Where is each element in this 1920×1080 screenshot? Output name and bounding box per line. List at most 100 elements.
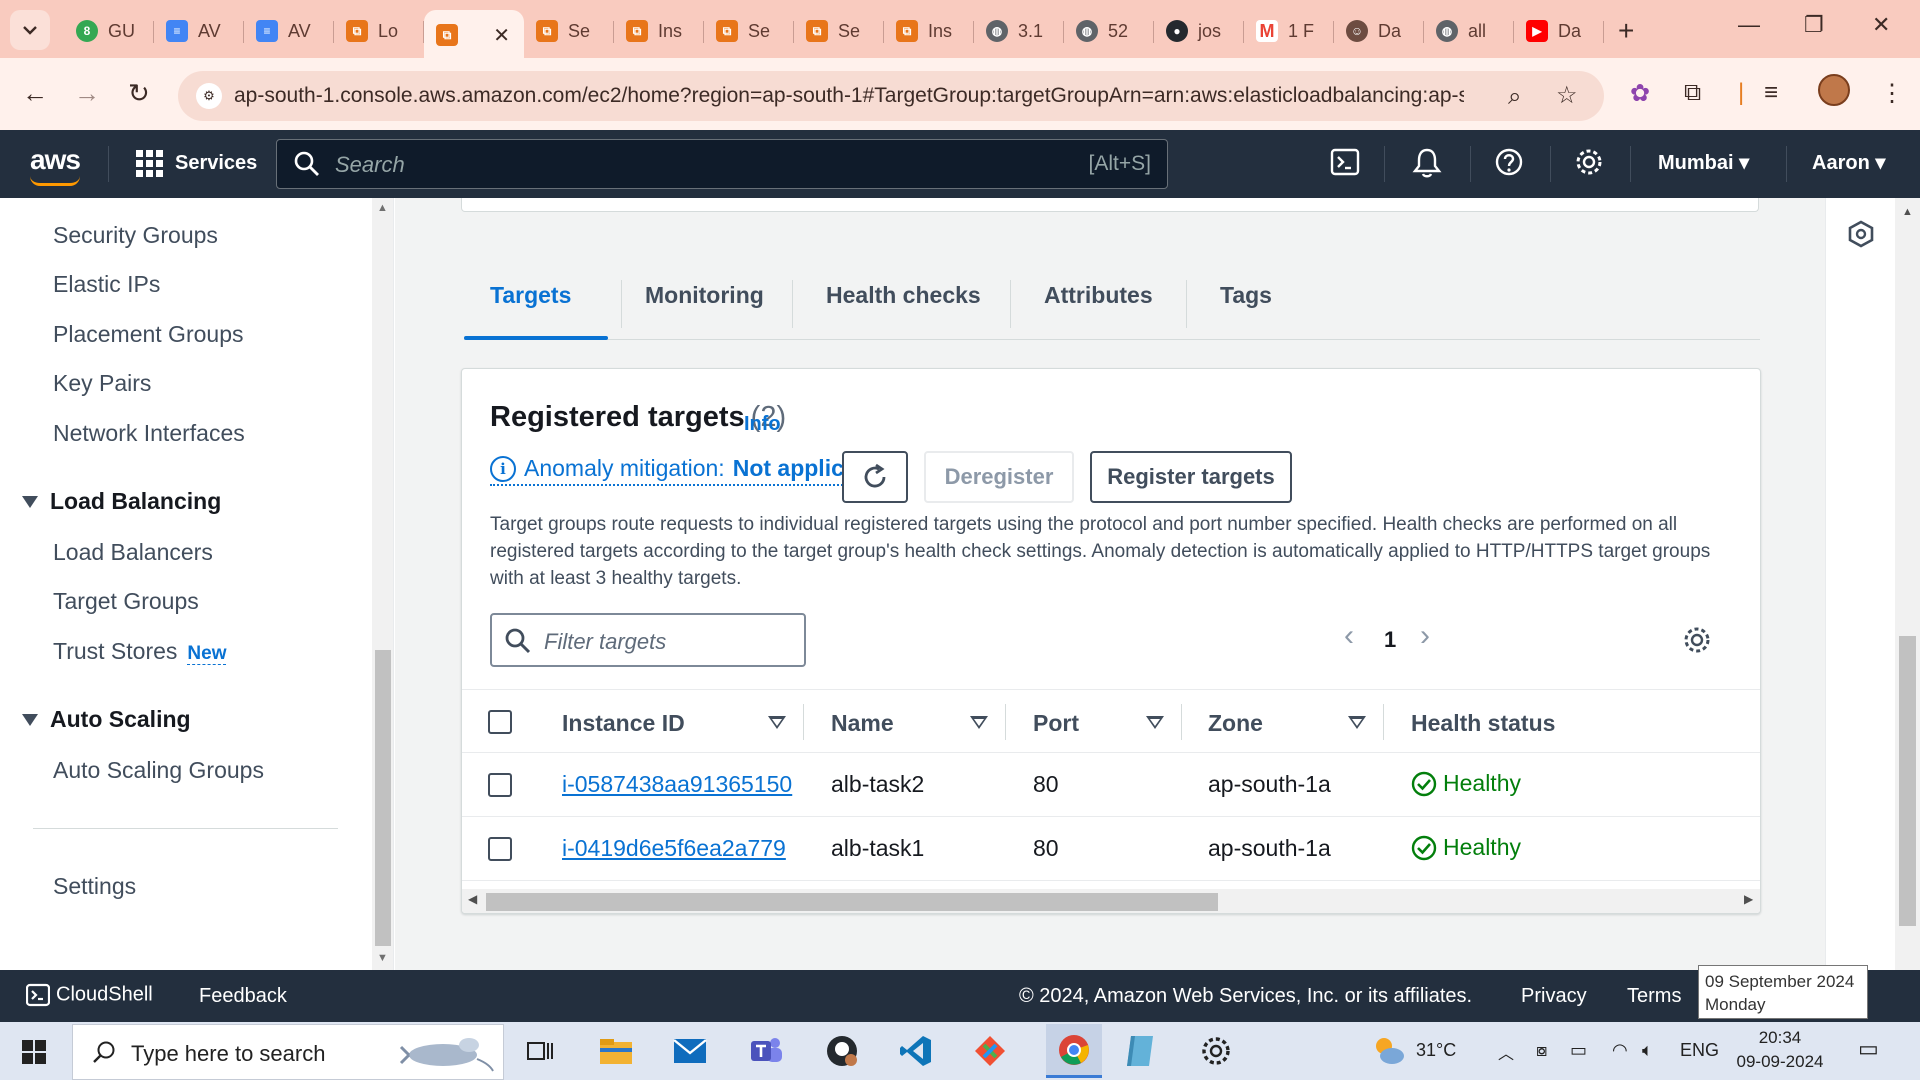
sort-icon[interactable] [1146,716,1164,729]
column-name[interactable]: Name [831,710,894,737]
sidenav-load-balancers[interactable]: Load Balancers [53,539,213,566]
tab-attributes[interactable]: Attributes [1044,282,1153,309]
new-tab-icon[interactable]: + [1618,15,1634,47]
instance-id-link[interactable]: i-0419d6e5f6ea2a779 [562,835,786,862]
media-control-icon[interactable]: ≡ [1764,79,1778,107]
browser-tab[interactable]: ⧉ Lo [334,10,424,52]
meet-now-icon[interactable]: ⧇ [1536,1040,1547,1061]
extensions-puzzle-icon[interactable]: ⧉ [1684,79,1701,107]
refresh-button[interactable] [842,451,908,503]
bookmark-star-icon[interactable]: ☆ [1556,81,1578,110]
column-port[interactable]: Port [1033,710,1079,737]
browser-tab[interactable]: ⧉ Se [524,10,614,52]
taskbar-search-input[interactable]: Type here to search [72,1024,504,1080]
sort-icon[interactable] [1348,716,1366,729]
github-desktop-icon[interactable] [822,1032,862,1070]
scrollbar-thumb[interactable] [486,893,1218,911]
browser-tab[interactable]: ◍ 52 [1064,10,1154,52]
instance-id-link[interactable]: i-0587438aa91365150 [562,771,792,798]
notes-app-icon[interactable] [1120,1032,1160,1070]
sidenav-scrollbar[interactable]: ▲ ▼ [372,198,394,970]
sidenav-auto-scaling-groups[interactable]: Auto Scaling Groups [53,757,264,784]
browser-tab[interactable]: ⧉ Se [794,10,884,52]
sidenav-settings[interactable]: Settings [53,873,136,900]
tab-tags[interactable]: Tags [1220,282,1272,309]
scroll-right-icon[interactable]: ▶ [1744,892,1753,906]
wifi-icon[interactable]: ◠ [1612,1040,1628,1061]
privacy-link[interactable]: Privacy [1521,985,1587,1008]
row-checkbox[interactable] [488,837,512,861]
settings-gear-taskbar-icon[interactable] [1196,1032,1236,1070]
browser-tab[interactable]: 8 GU [64,10,154,52]
column-health-status[interactable]: Health status [1411,710,1555,737]
tab-health-checks[interactable]: Health checks [826,282,981,309]
page-number[interactable]: 1 [1384,627,1396,653]
row-checkbox[interactable] [488,773,512,797]
profile-avatar[interactable] [1818,74,1850,106]
browser-menu-icon[interactable]: ⋮ [1880,79,1904,108]
register-targets-button[interactable]: Register targets [1090,451,1292,503]
browser-tab[interactable]: ⧉ Se [704,10,794,52]
sidenav-security-groups[interactable]: Security Groups [53,222,218,249]
sidenav-placement-groups[interactable]: Placement Groups [53,321,243,348]
cloudshell-icon[interactable] [1330,147,1360,177]
table-preferences-gear-icon[interactable] [1682,625,1712,655]
task-view-icon[interactable] [520,1032,560,1070]
column-zone[interactable]: Zone [1208,710,1263,737]
browser-tab[interactable]: ● jos [1154,10,1244,52]
site-info-icon[interactable]: ⚙ [196,83,222,109]
table-horizontal-scrollbar[interactable]: ◀ ▶ [462,889,1760,913]
sidenav-section-load-balancing[interactable]: Load Balancing [22,488,221,515]
temperature[interactable]: 31°C [1416,1040,1456,1061]
vscode-icon[interactable] [896,1032,936,1070]
browser-tab[interactable]: ⧉ Ins [884,10,974,52]
sidenav-section-auto-scaling[interactable]: Auto Scaling [22,706,191,733]
browser-tab[interactable]: ≡ AV [154,10,244,52]
battery-icon[interactable]: ▭ [1570,1040,1587,1061]
show-hidden-icons[interactable]: ︿ [1498,1040,1514,1064]
file-explorer-icon[interactable] [596,1032,636,1070]
account-menu[interactable]: Aaron ▾ [1812,150,1885,175]
browser-tab[interactable]: ◍ all [1424,10,1514,52]
cloudshell-footer-button[interactable]: CloudShell [25,983,153,1007]
region-selector[interactable]: Mumbai ▾ [1658,150,1749,175]
services-menu[interactable]: Services [136,150,257,177]
browser-tab[interactable]: ◍ 3.1 [974,10,1064,52]
scrollbar-thumb[interactable] [1899,636,1916,926]
back-icon[interactable]: ← [22,78,48,109]
close-tab-icon[interactable]: ✕ [493,23,510,48]
scroll-left-icon[interactable]: ◀ [468,892,477,906]
git-tool-icon[interactable] [970,1032,1010,1070]
page-scrollbar[interactable]: ▲ [1895,198,1920,970]
forward-icon[interactable]: → [74,78,100,109]
scrollbar-thumb[interactable] [375,650,391,946]
zoom-icon[interactable]: ⌕ [1508,83,1521,111]
help-icon[interactable] [1494,147,1524,177]
language-indicator[interactable]: ENG [1680,1040,1719,1061]
reload-icon[interactable]: ↻ [128,78,150,109]
settings-gear-icon[interactable] [1574,147,1604,177]
sort-icon[interactable] [768,716,786,729]
terms-link[interactable]: Terms [1627,985,1681,1008]
scroll-up-icon[interactable]: ▲ [1902,206,1913,218]
browser-tab[interactable]: ▶ Da [1514,10,1604,52]
sidenav-key-pairs[interactable]: Key Pairs [53,370,151,397]
window-close-icon[interactable]: ✕ [1872,12,1890,38]
aws-logo[interactable]: aws [30,144,81,176]
column-instance-id[interactable]: Instance ID [562,710,685,737]
url-text[interactable]: ap-south-1.console.aws.amazon.com/ec2/ho… [234,84,1464,108]
browser-tab[interactable]: ≡ AV [244,10,334,52]
extension-brain-icon[interactable]: ✿ [1630,79,1650,108]
windows-start-icon[interactable] [22,1040,46,1064]
restore-icon[interactable]: ❐ [1804,12,1824,38]
sidenav-target-groups[interactable]: Target Groups [53,588,199,615]
tab-monitoring[interactable]: Monitoring [645,282,764,309]
table-row[interactable]: i-0587438aa91365150 alb-task2 80 ap-sout… [462,753,1760,817]
deregister-button[interactable]: Deregister [924,451,1074,503]
minimize-icon[interactable]: — [1738,12,1760,38]
browser-tab-active[interactable]: ⧉ ✕ [424,10,524,60]
scroll-down-icon[interactable]: ▼ [377,952,388,964]
sidenav-elastic-ips[interactable]: Elastic IPs [53,271,160,298]
browser-tab[interactable]: ⧉ Ins [614,10,704,52]
anomaly-mitigation-link[interactable]: i Anomaly mitigation: Not applicable [490,455,890,486]
